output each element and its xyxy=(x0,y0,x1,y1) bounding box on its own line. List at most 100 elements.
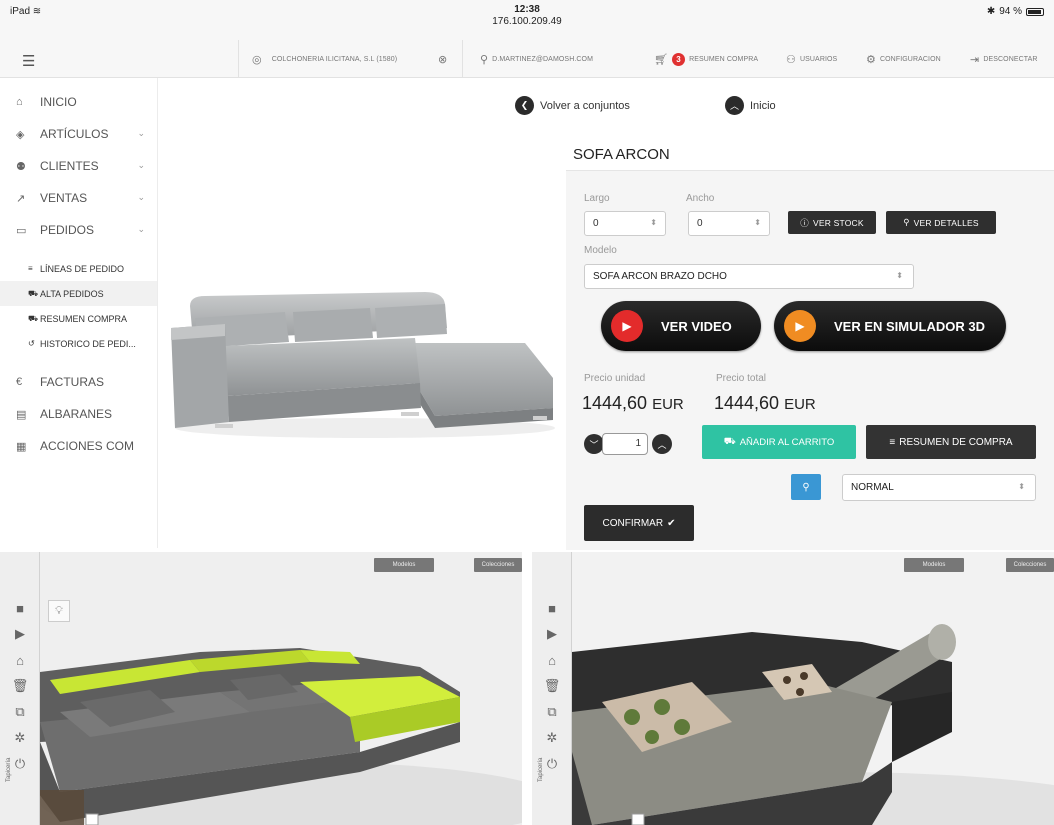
trash-icon[interactable]: 🗑︎ xyxy=(12,678,29,694)
product-form: Largo 0 ⬍ Ancho 0 ⬍ ⓘ VER STOCK ⚲ VER DE… xyxy=(566,170,1054,550)
sofa-3d-render-closeup xyxy=(532,552,1054,825)
copy-icon[interactable]: ⧉ xyxy=(12,704,28,720)
close-circle-icon: ⊗ xyxy=(438,53,448,66)
sidebar-subitem-historico[interactable]: ↺ HISTORICO DE PEDI... xyxy=(0,331,157,356)
search-icon: ⚲ xyxy=(903,217,910,227)
unit-price: 1444,60 EUR xyxy=(582,393,684,414)
play-icon[interactable]: ▶ xyxy=(12,626,28,642)
stepper-icon: ⬍ xyxy=(1018,482,1025,491)
quantity-input[interactable]: 1 xyxy=(602,433,648,455)
cart-icon: ⛟ xyxy=(723,436,736,447)
product-image xyxy=(171,292,555,438)
shipping-select[interactable]: NORMAL ⬍ xyxy=(842,474,1036,501)
models-button[interactable]: Modelos xyxy=(904,558,964,572)
view-3d-simulator-label: VER EN SIMULADOR 3D xyxy=(834,318,985,334)
settings-icon[interactable]: ✲ xyxy=(544,730,560,746)
simulator-view-left[interactable]: ■ ▶ ⌂ 🗑︎ ⧉ ✲ ⏻ Tapicería 💡︎ Modelos Cole… xyxy=(0,552,522,825)
view-details-label: VER DETALLES xyxy=(913,217,979,228)
stop-icon[interactable]: ■ xyxy=(544,600,560,616)
view-video-label: VER VIDEO xyxy=(661,318,732,334)
sofa-icon[interactable]: ⌂ xyxy=(544,652,560,668)
sidebar-item-label: PEDIDOS xyxy=(40,223,95,237)
stop-icon[interactable]: ■ xyxy=(12,600,28,616)
total-price-value: 1444,60 xyxy=(714,393,780,413)
back-to-sets-link[interactable]: ❮ Volver a conjuntos xyxy=(515,96,630,115)
sidebar-item-articulos[interactable]: ◈ ARTÍCULOS ⌄ xyxy=(0,118,157,150)
sidebar-item-facturas[interactable]: € FACTURAS xyxy=(0,366,157,398)
chevron-down-icon: ﹀ xyxy=(589,439,599,450)
unit-price-value: 1444,60 xyxy=(582,393,648,413)
user-account[interactable]: ⚲ D.MARTINEZ@DAMOSH.COM xyxy=(480,40,593,78)
logout-link[interactable]: ⇥ DESCONECTAR xyxy=(970,40,1038,78)
sidebar-item-pedidos[interactable]: ▭ PEDIDOS ⌄ xyxy=(0,214,157,246)
total-price-label: Precio total xyxy=(716,373,767,384)
total-price: 1444,60 EUR xyxy=(714,393,816,414)
play-icon: ▶ xyxy=(784,310,816,342)
power-icon[interactable]: ⏻ xyxy=(544,756,560,772)
document-icon: ▤ xyxy=(16,408,27,421)
simulator-divider xyxy=(522,552,532,825)
sidebar-subitem-label: LÍNEAS DE PEDIDO xyxy=(40,263,125,274)
battery-status: ✱ 94 % xyxy=(987,6,1044,17)
search-button[interactable]: ⚲ xyxy=(791,474,821,500)
inbox-icon: ▭ xyxy=(16,224,27,237)
add-to-cart-label: AÑADIR AL CARRITO xyxy=(739,436,835,448)
sidebar-subitem-resumen-compra[interactable]: ⛟ RESUMEN COMPRA xyxy=(0,306,157,331)
company-selector[interactable]: ◎ COLCHONERIA ILICITANA, S.L (1580) xyxy=(252,40,397,78)
menu-icon[interactable]: ☰ xyxy=(22,52,35,70)
user-email: D.MARTINEZ@DAMOSH.COM xyxy=(492,55,594,63)
sidebar-item-albaranes[interactable]: ▤ ALBARANES xyxy=(0,398,157,430)
settings-link[interactable]: ⚙ CONFIGURACION xyxy=(866,40,941,78)
sidebar-item-acciones-com[interactable]: ▦ ACCIONES COM xyxy=(0,430,157,462)
sidebar-subitem-alta-pedidos[interactable]: ⛟ ALTA PEDIDOS xyxy=(0,281,157,306)
simulator-toolbar: ■ ▶ ⌂ 🗑︎ ⧉ ✲ ⏻ Tapicería xyxy=(0,552,40,825)
view-video-button[interactable]: ▶ VER VIDEO xyxy=(601,301,761,351)
list-icon: ≡ xyxy=(28,264,33,273)
product-detail: ❮ Volver a conjuntos ︿ Inicio SOFA ARCON… xyxy=(159,78,1054,550)
trash-icon[interactable]: 🗑︎ xyxy=(544,678,561,694)
power-icon[interactable]: ⏻ xyxy=(12,756,28,772)
view-details-button[interactable]: ⚲ VER DETALLES xyxy=(886,211,996,234)
status-bar: iPad ≋ 12:38 176.100.209.49 ✱ 94 % xyxy=(0,0,1054,40)
collections-button[interactable]: Colecciones xyxy=(474,558,522,572)
confirm-button[interactable]: CONFIRMAR ✔ xyxy=(584,505,694,541)
copy-icon[interactable]: ⧉ xyxy=(544,704,560,720)
quantity-decrement-button[interactable]: ﹀ xyxy=(584,434,604,454)
ancho-input[interactable]: 0 ⬍ xyxy=(688,211,770,236)
sidebar-subitem-label: RESUMEN COMPRA xyxy=(40,313,128,324)
battery-percent: 94 % xyxy=(999,6,1022,17)
add-to-cart-button[interactable]: ⛟ AÑADIR AL CARRITO xyxy=(702,425,856,459)
model-value: SOFA ARCON BRAZO DCHO xyxy=(593,271,727,282)
collections-button[interactable]: Colecciones xyxy=(1006,558,1054,572)
sidebar-subitem-lineas-pedido[interactable]: ≡ LÍNEAS DE PEDIDO xyxy=(0,256,157,281)
view-stock-button[interactable]: ⓘ VER STOCK xyxy=(788,211,876,234)
stepper-icon: ⬍ xyxy=(650,218,657,227)
purchase-summary-button[interactable]: ≡ RESUMEN DE COMPRA xyxy=(866,425,1036,459)
sidebar-item-inicio[interactable]: ⌂ INICIO xyxy=(0,86,157,118)
model-select[interactable]: SOFA ARCON BRAZO DCHO ⬍ xyxy=(584,264,914,289)
currency: EUR xyxy=(652,396,684,413)
company-clear[interactable]: ⊗ xyxy=(438,40,447,78)
battery-icon xyxy=(1026,7,1044,16)
models-button[interactable]: Modelos xyxy=(374,558,434,572)
simulator-view-right[interactable]: ■ ▶ ⌂ 🗑︎ ⧉ ✲ ⏻ Tapicería Modelos Colecci… xyxy=(532,552,1054,825)
stepper-icon: ⬍ xyxy=(754,218,761,227)
cart-summary-link[interactable]: 🛒︎ 3 RESUMEN COMPRA xyxy=(654,40,758,78)
quantity-increment-button[interactable]: ︿ xyxy=(652,434,672,454)
play-icon[interactable]: ▶ xyxy=(544,626,560,642)
sidebar-item-ventas[interactable]: ↗ VENTAS ⌄ xyxy=(0,182,157,214)
cart-count-badge: 3 xyxy=(672,52,686,66)
view-3d-simulator-button[interactable]: ▶ VER EN SIMULADOR 3D xyxy=(774,301,1006,351)
sofa-icon[interactable]: ⌂ xyxy=(12,652,28,668)
cart-icon: ⛟ xyxy=(28,313,39,323)
home-link[interactable]: ︿ Inicio xyxy=(725,96,776,115)
sidebar-item-clientes[interactable]: ⚉ CLIENTES ⌄ xyxy=(0,150,157,182)
largo-input[interactable]: 0 ⬍ xyxy=(584,211,666,236)
cart-icon: 🛒︎ xyxy=(654,53,669,66)
euro-icon: € xyxy=(16,376,23,388)
model-label: Modelo xyxy=(584,245,617,256)
lightbulb-icon[interactable]: 💡︎ xyxy=(48,600,70,622)
users-link[interactable]: ⚇ USUARIOS xyxy=(786,40,837,78)
settings-icon[interactable]: ✲ xyxy=(12,730,28,746)
chevron-up-icon: ︿ xyxy=(657,439,667,450)
